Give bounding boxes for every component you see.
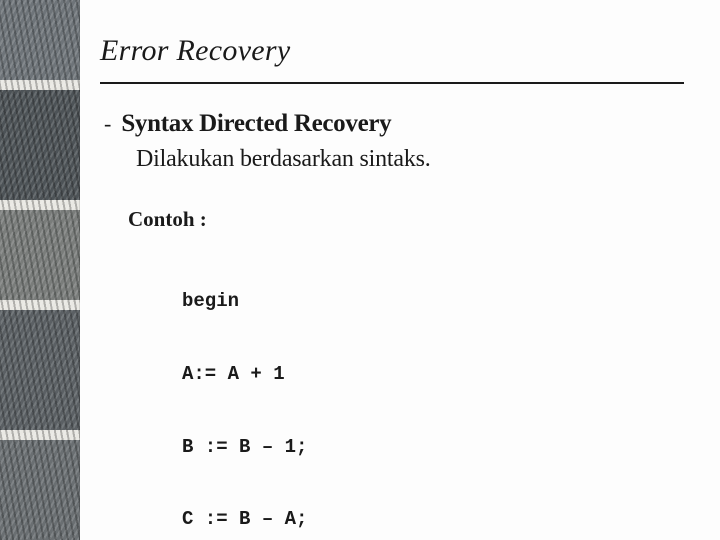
slide-title: Error Recovery — [100, 34, 684, 68]
bullet-heading: Syntax Directed Recovery — [121, 110, 391, 138]
example-label: Contoh : — [128, 207, 684, 232]
title-underline — [100, 82, 684, 84]
code-line: begin — [182, 289, 684, 313]
bullet-item: - Syntax Directed Recovery — [104, 110, 684, 138]
code-line: B := B – 1; — [182, 435, 684, 459]
code-line: C := B – A; — [182, 507, 684, 531]
code-line: A:= A + 1 — [182, 362, 684, 386]
decorative-sidebar — [0, 0, 80, 540]
slide-content: Error Recovery - Syntax Directed Recover… — [80, 0, 720, 540]
bullet-body-text: Dilakukan berdasarkan sintaks. — [136, 146, 684, 173]
code-block: begin A:= A + 1 B := B – 1; C := B – A; … — [182, 240, 684, 540]
bullet-dash: - — [104, 113, 111, 135]
